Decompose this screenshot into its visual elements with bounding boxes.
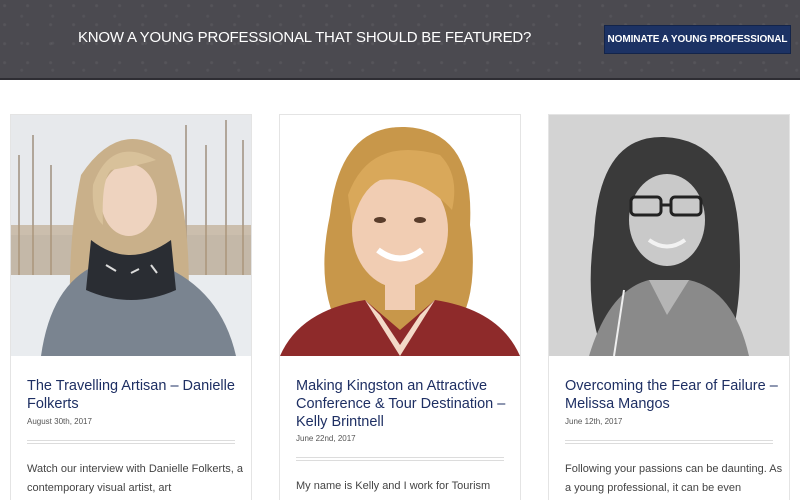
banner-heading: KNOW A YOUNG PROFESSIONAL THAT SHOULD BE… xyxy=(78,29,532,46)
article-excerpt-3: Following your passions can be daunting.… xyxy=(565,463,783,494)
article-photo-3[interactable] xyxy=(549,115,789,356)
article-title-3[interactable]: Overcoming the Fear of Failure – Melissa… xyxy=(565,377,780,413)
article-card-1: The Travelling Artisan – Danielle Folker… xyxy=(10,114,252,500)
article-card-2: Making Kingston an Attractive Conference… xyxy=(279,114,521,500)
article-photo-2[interactable] xyxy=(280,115,520,356)
article-title-1[interactable]: The Travelling Artisan – Danielle Folker… xyxy=(27,377,242,413)
article-date-2: June 22nd, 2017 xyxy=(296,434,356,443)
article-date-3: June 12th, 2017 xyxy=(565,417,623,426)
card-divider-2 xyxy=(296,457,504,461)
card-divider-3 xyxy=(565,440,773,444)
article-photo-1[interactable] xyxy=(11,115,251,356)
article-card-3: Overcoming the Fear of Failure – Melissa… xyxy=(548,114,790,500)
article-title-2[interactable]: Making Kingston an Attractive Conference… xyxy=(296,377,511,431)
article-excerpt-1: Watch our interview with Danielle Folker… xyxy=(27,463,244,494)
nomination-banner: KNOW A YOUNG PROFESSIONAL THAT SHOULD BE… xyxy=(0,0,800,80)
article-date-1: August 30th, 2017 xyxy=(27,417,92,426)
card-divider-1 xyxy=(27,440,235,444)
nominate-button[interactable]: NOMINATE A YOUNG PROFESSIONAL xyxy=(604,25,791,54)
article-excerpt-2: My name is Kelly and I work for Tourism xyxy=(296,480,491,492)
